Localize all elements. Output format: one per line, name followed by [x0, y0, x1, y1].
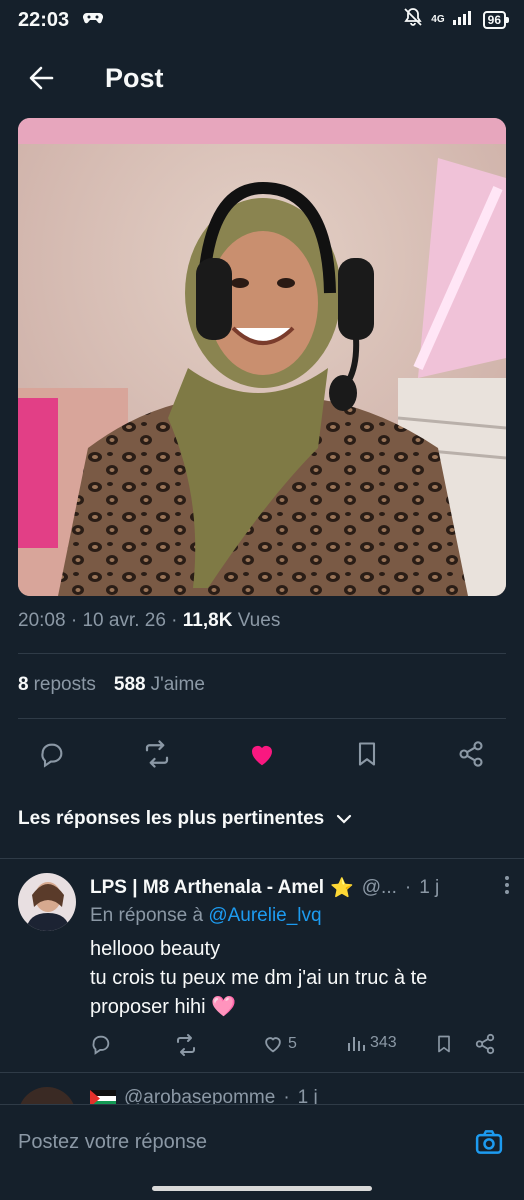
signal-icon	[452, 9, 475, 31]
reply-icon	[92, 1035, 110, 1055]
status-time: 22:03	[18, 8, 70, 31]
analytics-icon	[348, 1037, 365, 1051]
gamepad-icon	[83, 11, 104, 29]
back-button[interactable]	[26, 63, 56, 93]
avatar[interactable]	[18, 1087, 76, 1104]
reply-composer[interactable]: Postez votre réponse	[0, 1104, 524, 1176]
post-image[interactable]	[18, 118, 506, 596]
reply-bookmark-button[interactable]	[434, 1033, 454, 1055]
reply-actions: 5 343	[90, 1033, 510, 1059]
bookmark-icon	[438, 1035, 450, 1053]
reply-button[interactable]	[32, 734, 72, 774]
reply-header: LPS | M8 Arthenala - Amel ⭐ @... · 1 j	[90, 875, 510, 901]
arrow-left-icon	[29, 66, 54, 90]
reply-input[interactable]: Postez votre réponse	[18, 1131, 207, 1154]
reply-like-button[interactable]: 5	[262, 1033, 297, 1055]
reply-view-count: 343	[370, 1034, 397, 1051]
repost-icon	[177, 1034, 195, 1056]
camera-icon[interactable]	[474, 1127, 504, 1157]
post-meta: 20:08 · 10 avr. 26 · 11,8K Vues	[18, 610, 281, 631]
avatar[interactable]	[18, 873, 76, 931]
likes-stat[interactable]: 588 J'aime	[114, 674, 205, 696]
reposts-stat[interactable]: 8 reposts	[18, 674, 96, 696]
home-indicator[interactable]	[152, 1186, 372, 1191]
reply-share-button[interactable]	[474, 1033, 496, 1055]
reply-item[interactable]: LPS | M8 Arthenala - Amel ⭐ @... · 1 j E…	[0, 858, 524, 1072]
share-button[interactable]	[451, 734, 491, 774]
post-time: 20:08	[18, 610, 66, 631]
network-type: 4G	[431, 14, 445, 25]
reply-views[interactable]: 343	[346, 1033, 397, 1053]
views-label: Vues	[237, 610, 281, 631]
status-right: 4G 96	[403, 7, 510, 33]
bookmark-button[interactable]	[347, 734, 387, 774]
replying-to: En réponse à @Aurelie_lvq	[90, 905, 322, 926]
reply-author-handle[interactable]: @arobasepomme	[124, 1087, 275, 1104]
status-bar: 22:03 4G 96	[0, 0, 524, 40]
divider	[18, 653, 506, 654]
post-stats: 8 reposts 588 J'aime	[18, 674, 205, 696]
reply-like-count: 5	[288, 1035, 297, 1052]
reply-repost-button[interactable]	[174, 1033, 198, 1057]
reply-text: hellooo beauty tu crois tu peux me dm j'…	[90, 938, 428, 1018]
bell-muted-icon	[403, 7, 423, 33]
chevron-down-icon	[337, 814, 352, 824]
replies-sort-dropdown[interactable]: Les réponses les plus pertinentes	[18, 808, 352, 830]
page-title: Post	[105, 62, 164, 93]
divider	[18, 718, 506, 719]
more-options-icon[interactable]	[504, 875, 510, 901]
reply-item[interactable]: @arobasepomme · 1 j	[0, 1072, 524, 1104]
share-icon	[475, 1033, 495, 1055]
top-bar: Post	[0, 40, 524, 116]
post-actions	[0, 734, 524, 774]
reply-header: @arobasepomme · 1 j	[90, 1087, 318, 1104]
reply-reply-button[interactable]	[90, 1033, 112, 1055]
views-count: 11,8K	[182, 610, 233, 631]
repost-icon	[145, 740, 169, 768]
post-date: 10 avr. 26	[82, 610, 166, 631]
like-button[interactable]	[242, 734, 282, 774]
heart-icon	[265, 1037, 281, 1053]
reply-age: 1 j	[419, 877, 440, 898]
replying-to-link[interactable]: @Aurelie_lvq	[208, 905, 321, 926]
repost-button[interactable]	[137, 734, 177, 774]
sort-label: Les réponses les plus pertinentes	[18, 808, 325, 829]
battery-indicator: 96	[482, 11, 510, 29]
heart-filled-icon	[252, 745, 272, 766]
reply-age: 1 j	[297, 1087, 318, 1104]
share-icon	[459, 741, 483, 767]
flag-icon	[90, 1089, 116, 1104]
bookmark-icon	[358, 742, 376, 766]
reply-author-name[interactable]: LPS | M8 Arthenala - Amel	[90, 877, 324, 899]
star-emoji: ⭐	[330, 878, 354, 899]
reply-icon	[41, 743, 63, 768]
reply-author-handle[interactable]: @...	[362, 877, 397, 899]
